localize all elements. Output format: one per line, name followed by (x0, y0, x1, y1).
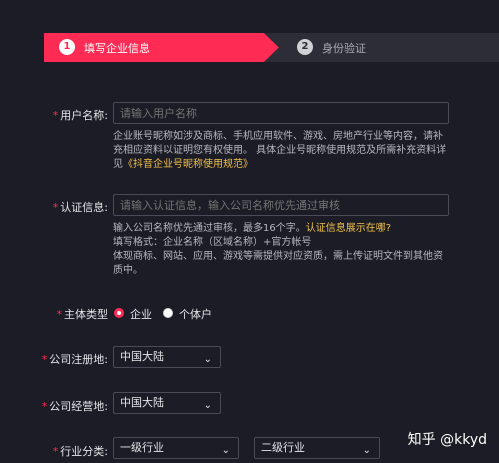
registered-place-select[interactable]: 中国大陆 ⌄ (113, 346, 221, 368)
required-mark: * (41, 353, 48, 366)
industry-label: * 行业分类: (52, 445, 108, 458)
industry-secondary-select[interactable]: 二级行业 ⌄ (254, 437, 380, 459)
step-1-label: 填写企业信息 (84, 42, 150, 55)
industry-primary-value: 一级行业 (120, 441, 164, 454)
nickname-rules-link[interactable]: 《抖音企业号昵称使用规范》 (123, 159, 253, 170)
certification-input[interactable] (113, 194, 449, 216)
required-mark: * (52, 201, 59, 214)
username-help: 企业账号昵称如涉及商标、手机应用软件、游戏、房地产行业等内容，请补 充相应资料以… (113, 131, 447, 170)
registered-place-label: * 公司注册地: (41, 353, 108, 366)
industry-secondary-value: 二级行业 (261, 441, 305, 454)
required-mark: * (52, 109, 59, 122)
radio-individual[interactable] (163, 308, 173, 318)
required-mark: * (56, 308, 63, 321)
required-mark: * (41, 400, 48, 413)
step-1-number: 1 (59, 39, 75, 55)
registered-place-value: 中国大陆 (120, 350, 164, 363)
certification-label: * 认证信息: (52, 201, 108, 214)
operating-place-label: * 公司经营地: (41, 400, 108, 413)
step-2-number: 2 (297, 39, 313, 55)
username-label: * 用户名称: (52, 109, 108, 122)
chevron-down-icon: ⌄ (221, 445, 230, 456)
certification-display-link[interactable]: 认证信息展示在哪? (306, 223, 391, 234)
radio-individual-label: 个体户 (179, 308, 212, 321)
certification-help: 输入公司名称优先通过审核，最多16个字。认证信息展示在哪? 填写格式：企业名称（… (113, 223, 443, 276)
operating-place-value: 中国大陆 (120, 396, 164, 409)
username-input[interactable] (113, 102, 449, 124)
chevron-down-icon: ⌄ (203, 400, 212, 411)
step-2-label: 身份验证 (322, 42, 366, 55)
industry-primary-select[interactable]: 一级行业 ⌄ (113, 437, 239, 459)
step-2-inactive: 2 身份验证 (264, 33, 499, 62)
required-mark: * (52, 445, 59, 458)
chevron-down-icon: ⌄ (203, 354, 212, 365)
chevron-down-icon: ⌄ (362, 445, 371, 456)
radio-enterprise[interactable] (114, 308, 124, 318)
step-1-active: 1 填写企业信息 (44, 33, 279, 62)
operating-place-select[interactable]: 中国大陆 ⌄ (113, 392, 221, 414)
watermark: 知乎 @kkyd (407, 432, 487, 448)
entity-type-label: * 主体类型 (56, 308, 109, 321)
radio-enterprise-label: 企业 (130, 308, 152, 321)
